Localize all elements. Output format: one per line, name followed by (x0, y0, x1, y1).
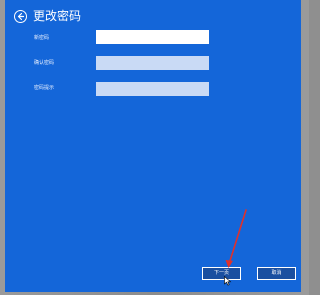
page-title: 更改密码 (33, 9, 82, 23)
cancel-button[interactable]: 取消 (257, 267, 296, 280)
password-hint-label: 密码提示 (34, 85, 55, 91)
mouse-pointer-icon (224, 276, 232, 286)
screen: 更改密码 新密码 确认密码 密码提示 下一页 取消 (0, 0, 309, 295)
new-password-input[interactable] (96, 30, 209, 44)
confirm-password-input[interactable] (96, 56, 209, 70)
back-icon[interactable] (14, 10, 27, 23)
confirm-password-label: 确认密码 (34, 60, 55, 66)
change-password-panel: 更改密码 新密码 确认密码 密码提示 下一页 取消 (5, 0, 301, 292)
next-button[interactable]: 下一页 (202, 267, 241, 280)
password-hint-input[interactable] (96, 82, 209, 96)
new-password-label: 新密码 (34, 35, 50, 41)
